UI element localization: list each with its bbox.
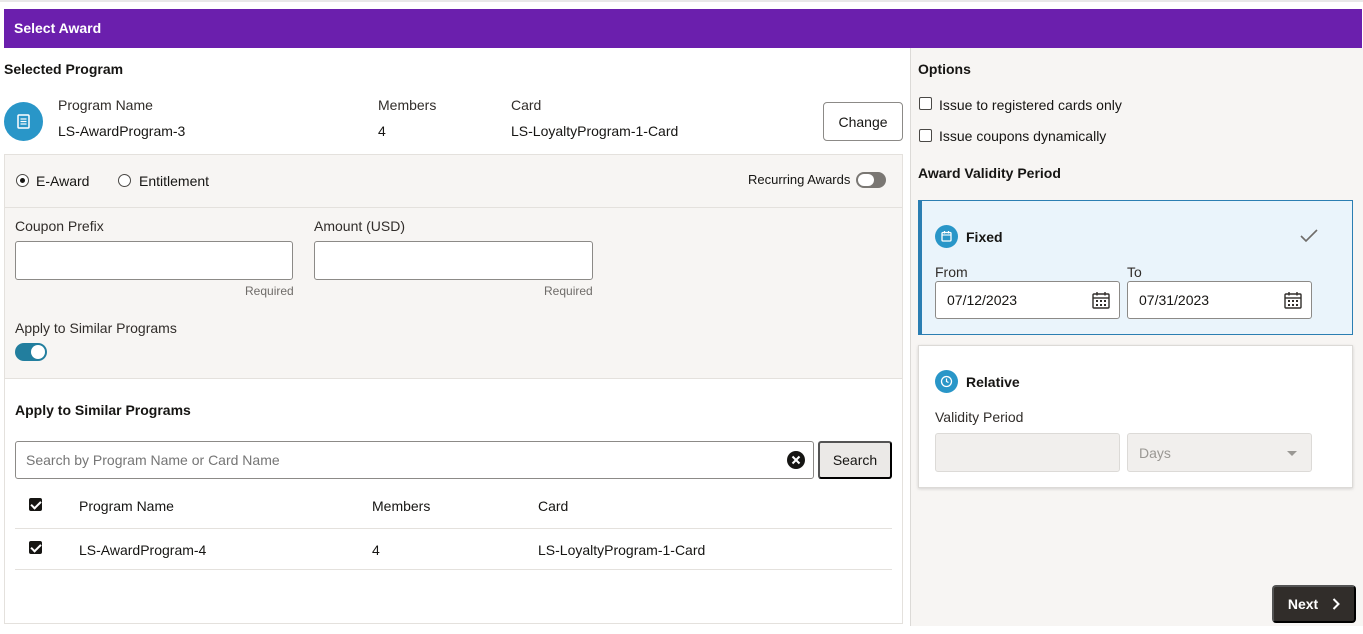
coupon-prefix-label: Coupon Prefix [15,218,104,234]
amount-required: Required [544,284,593,298]
relative-title: Relative [966,374,1020,390]
registered-cards-checkbox[interactable] [919,97,932,110]
entitlement-radio[interactable] [118,174,131,187]
program-search-input[interactable] [16,442,776,478]
from-date-value: 07/12/2023 [947,292,1018,308]
from-date-field[interactable]: 07/12/2023 [935,281,1120,319]
dialog-title: Select Award [14,20,102,36]
validity-period-input[interactable] [935,433,1120,472]
select-all-checkbox[interactable] [29,498,42,511]
dialog-header: Select Award [4,9,1362,48]
to-date-field[interactable]: 07/31/2023 [1127,281,1312,319]
to-date-value: 07/31/2023 [1139,292,1210,308]
validity-unit-value: Days [1139,445,1171,461]
coupon-prefix-input[interactable] [15,241,293,280]
calendar-icon[interactable] [1092,291,1110,309]
row-members: 4 [372,542,380,558]
table-row[interactable]: LS-AwardProgram-4 4 LS-LoyaltyProgram-1-… [15,529,892,570]
entitlement-label[interactable]: Entitlement [139,173,209,189]
top-border [0,0,1363,2]
program-avatar [4,102,43,141]
chevron-right-icon [1332,598,1341,611]
amount-label: Amount (USD) [314,218,406,234]
from-label: From [935,264,968,280]
row-program-name: LS-AwardProgram-4 [79,542,207,558]
dynamic-coupons-checkbox[interactable] [919,129,932,142]
dynamic-coupons-label[interactable]: Issue coupons dynamically [939,128,1106,144]
e-award-label[interactable]: E-Award [36,173,89,189]
calendar-icon [941,231,952,242]
document-icon [17,114,30,129]
next-button[interactable]: Next [1272,585,1356,623]
validity-period-label: Validity Period [935,409,1024,425]
search-button[interactable]: Search [818,441,892,479]
row-checkbox[interactable] [29,541,42,554]
validity-heading: Award Validity Period [918,165,1061,181]
card-value: LS-LoyaltyProgram-1-Card [511,123,679,139]
apply-similar-heading: Apply to Similar Programs [15,402,191,418]
check-icon [1300,229,1318,243]
panel-divider [910,48,911,626]
apply-similar-toggle-label: Apply to Similar Programs [15,320,177,336]
clear-icon[interactable] [787,451,805,469]
fixed-badge [935,225,958,248]
options-heading: Options [918,61,971,77]
table-divider [15,569,892,570]
divider [5,207,902,208]
members-value: 4 [378,123,386,139]
calendar-icon[interactable] [1284,291,1302,309]
next-label: Next [1287,596,1319,612]
column-header-program-name: Program Name [79,498,174,514]
fixed-title: Fixed [966,229,1003,245]
apply-similar-toggle[interactable] [15,343,47,361]
to-label: To [1127,264,1142,280]
program-search-field[interactable] [15,441,814,479]
row-card: LS-LoyaltyProgram-1-Card [538,542,706,558]
members-label: Members [378,97,437,113]
registered-cards-label[interactable]: Issue to registered cards only [939,97,1122,113]
program-name-label: Program Name [58,97,153,113]
selected-program-heading: Selected Program [4,61,124,77]
card-label: Card [511,97,542,113]
column-header-members: Members [372,498,431,514]
column-header-card: Card [538,498,569,514]
change-button[interactable]: Change [823,102,903,141]
divider [5,378,902,379]
program-name-value: LS-AwardProgram-3 [58,123,186,139]
coupon-prefix-required: Required [245,284,294,298]
amount-input[interactable] [314,241,593,280]
recurring-awards-label: Recurring Awards [748,172,851,187]
chevron-down-icon [1287,451,1297,456]
clock-icon [940,375,953,388]
relative-badge [935,370,958,393]
validity-unit-select[interactable]: Days [1127,433,1312,472]
recurring-awards-toggle[interactable] [856,172,886,188]
e-award-radio[interactable] [16,174,29,187]
